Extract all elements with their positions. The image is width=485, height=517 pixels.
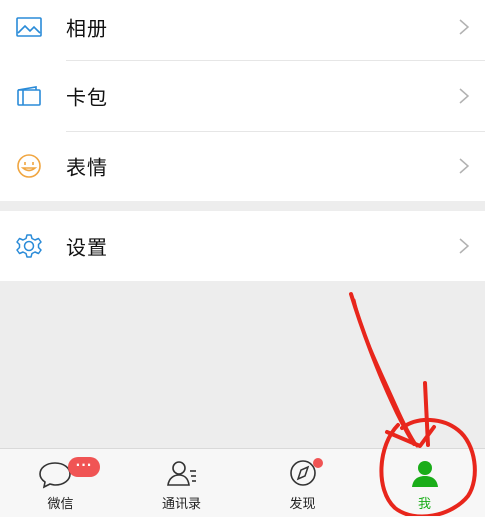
menu-item-settings[interactable]: 设置: [0, 211, 485, 281]
menu-item-album[interactable]: 相册: [0, 0, 485, 62]
menu-item-label: 相册: [66, 16, 108, 41]
card-wallet-icon: [14, 81, 44, 111]
tab-label: 通讯录: [161, 497, 201, 512]
person-icon: [407, 457, 443, 489]
menu-group-top: 相册 卡包 表情: [0, 0, 485, 201]
tab-label: 微信: [47, 497, 74, 512]
tab-chats[interactable]: ··· 微信: [0, 449, 121, 517]
gear-icon: [14, 231, 44, 261]
contacts-icon: [164, 457, 200, 489]
tab-label: 发现: [289, 497, 316, 512]
empty-background: [0, 281, 485, 448]
unread-badge: ···: [68, 457, 100, 477]
emoji-smile-icon: [14, 151, 44, 181]
tab-contacts[interactable]: 通讯录: [121, 449, 242, 517]
chat-bubble-icon: [37, 457, 73, 489]
chevron-right-icon: [457, 86, 471, 106]
bottom-tab-bar: ··· 微信 通讯录 发现 我: [0, 448, 485, 517]
chevron-right-icon: [457, 236, 471, 256]
menu-group-settings: 设置: [0, 211, 485, 281]
chevron-right-icon: [457, 17, 471, 37]
tab-me[interactable]: 我: [364, 449, 485, 517]
notification-dot: [313, 458, 323, 468]
tab-discover[interactable]: 发现: [242, 449, 363, 517]
menu-item-label: 设置: [66, 235, 108, 260]
menu-item-stickers[interactable]: 表情: [0, 131, 485, 201]
menu-item-label: 表情: [66, 155, 108, 180]
menu-item-label: 卡包: [66, 85, 108, 110]
chevron-right-icon: [457, 156, 471, 176]
menu-item-card-wallet[interactable]: 卡包: [0, 61, 485, 131]
tab-label: 我: [417, 497, 431, 512]
photo-album-icon: [14, 12, 44, 42]
